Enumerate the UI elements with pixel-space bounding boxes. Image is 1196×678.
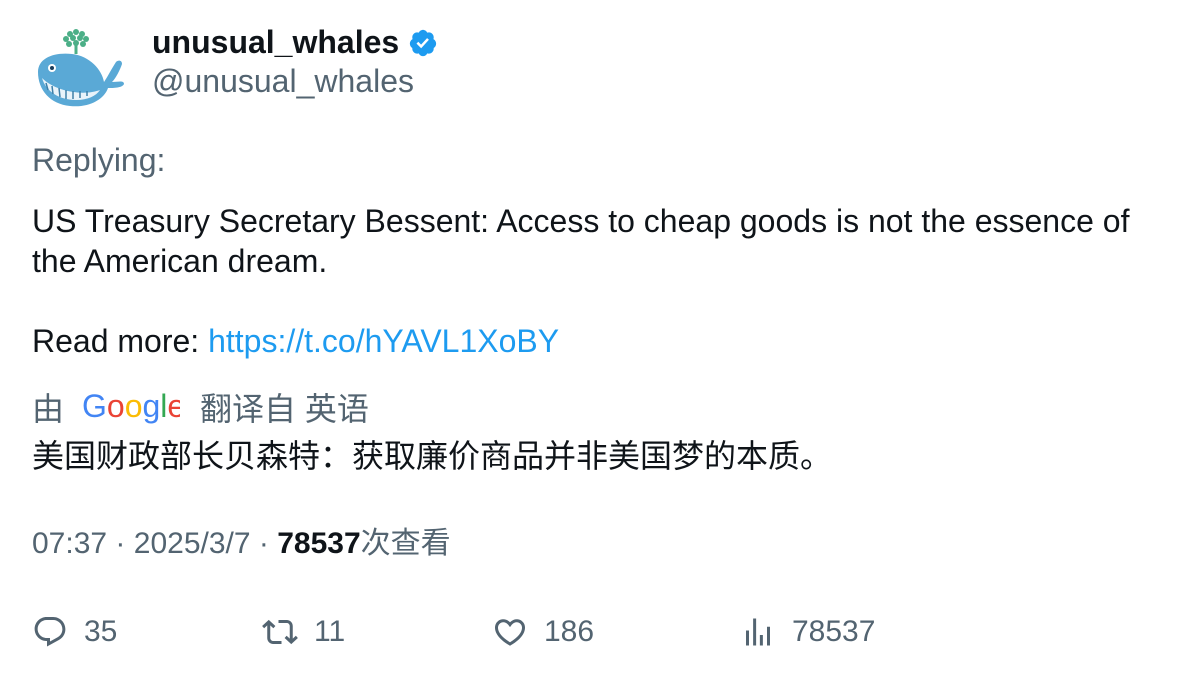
display-name[interactable]: unusual_whales: [152, 24, 399, 61]
like-button[interactable]: 186: [492, 610, 594, 654]
replying-label: Replying:: [32, 142, 166, 178]
meta-separator: ·: [115, 527, 126, 560]
tweet-date[interactable]: 2025/3/7: [134, 527, 251, 560]
retweet-count: 11: [314, 615, 346, 648]
like-count: 186: [544, 615, 595, 648]
reply-button[interactable]: 35: [32, 610, 117, 654]
reply-count: 35: [84, 615, 118, 648]
tweet-text: US Treasury Secretary Bessent: Access to…: [32, 201, 1162, 281]
tweet-time[interactable]: 07:37: [32, 527, 107, 560]
views-label: 次查看: [360, 527, 451, 560]
handle[interactable]: @unusual_whales: [152, 62, 438, 100]
retweet-button[interactable]: 11: [262, 610, 345, 654]
avatar[interactable]: [32, 26, 126, 112]
read-more-label: Read more:: [32, 323, 209, 359]
google-logo: Google: [82, 389, 180, 424]
tweet-link[interactable]: https://t.co/hYAVL1XoBY: [208, 323, 559, 359]
views-icon: [746, 618, 770, 646]
translated-text: 美国财政部长贝森特：获取廉价商品并非美国梦的本质。: [32, 438, 833, 474]
author-block: unusual_whales @unusual_whales: [152, 22, 438, 100]
tweet-card: unusual_whales @unusual_whales Replying:…: [0, 0, 1196, 678]
translate-suffix: 翻译自 英语: [200, 391, 369, 427]
tweet-body: US Treasury Secretary Bessent: Access to…: [32, 203, 1130, 279]
read-more-row: Read more: https://t.co/hYAVL1XoBY: [32, 321, 559, 361]
like-icon: [494, 619, 526, 646]
tweet-meta: 07:37 · 2025/3/7 · 78537次查看: [32, 524, 451, 564]
svg-text:Google: Google: [82, 389, 180, 424]
reply-icon: [34, 617, 66, 647]
meta-separator: ·: [258, 527, 269, 560]
view-count: 78537: [277, 527, 361, 560]
translate-attribution: 由 Google 翻译自 英语: [32, 385, 369, 429]
retweet-icon: [262, 619, 298, 645]
views-button[interactable]: 78537: [740, 610, 875, 654]
translate-prefix: 由: [32, 391, 65, 427]
views-count: 78537: [792, 615, 876, 648]
action-bar: 35 11 186 78537: [32, 610, 1162, 654]
verified-badge-icon: [410, 29, 437, 57]
name-row: unusual_whales: [152, 22, 438, 62]
